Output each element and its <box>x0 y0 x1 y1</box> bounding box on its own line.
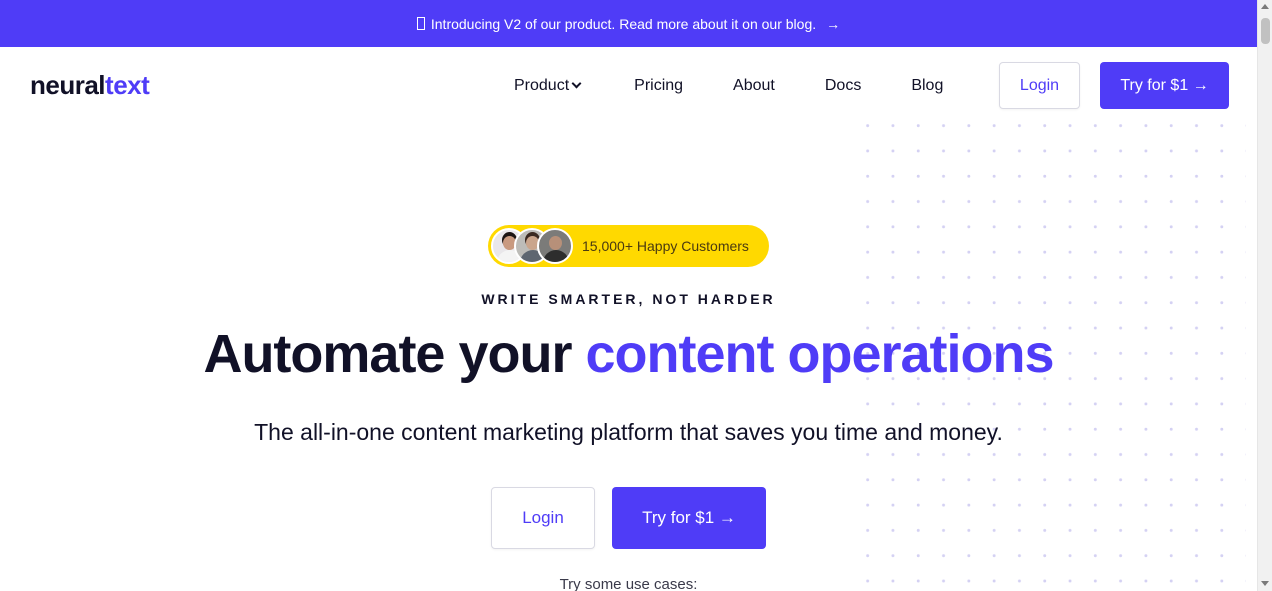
nav-item-label: Blog <box>911 76 944 94</box>
announcement-icon <box>416 17 425 30</box>
nav-item-label: Pricing <box>634 76 684 94</box>
hero-try-button[interactable]: Try for $1 → <box>612 487 766 549</box>
hero-headline: Automate your content operations <box>0 322 1257 386</box>
badge-text: 15,000+ Happy Customers <box>582 238 749 254</box>
headline-part-2: content operations <box>585 324 1055 384</box>
chevron-down-icon <box>571 78 582 89</box>
scroll-up-icon[interactable] <box>1261 4 1269 9</box>
logo[interactable]: neuraltext <box>30 70 150 101</box>
announcement-text[interactable]: Introducing V2 of our product. Read more… <box>431 16 816 32</box>
hero-login-button[interactable]: Login <box>491 487 595 549</box>
nav-item-pricing[interactable]: Pricing <box>634 77 683 95</box>
arrow-right-icon: → <box>826 15 841 32</box>
nav-item-label: Product <box>514 76 570 94</box>
nav-item-docs[interactable]: Docs <box>825 77 861 95</box>
avatar <box>537 228 573 264</box>
nav-item-blog[interactable]: Blog <box>911 77 943 95</box>
avatar-group <box>491 228 573 264</box>
header-login-button[interactable]: Login <box>999 62 1080 109</box>
nav-item-label: About <box>733 76 775 94</box>
nav-item-product[interactable]: Product <box>514 76 582 95</box>
logo-part-neural: neural <box>30 70 106 100</box>
customers-badge: 15,000+ Happy Customers <box>488 225 769 267</box>
hero-subheadline: The all-in-one content marketing platfor… <box>254 419 1003 445</box>
header-try-button[interactable]: Try for $1 → <box>1100 62 1229 109</box>
announcement-bar[interactable]: Introducing V2 of our product. Read more… <box>0 0 1257 47</box>
scroll-down-icon[interactable] <box>1261 581 1269 586</box>
hero-eyebrow: WRITE SMARTER, NOT HARDER <box>481 291 776 307</box>
main-nav: Product Pricing About Docs Blog <box>514 62 943 109</box>
headline-part-1: Automate your <box>203 324 572 384</box>
nav-item-label: Docs <box>824 76 862 94</box>
page-scrollbar[interactable] <box>1257 0 1272 591</box>
nav-item-about[interactable]: About <box>733 77 775 95</box>
logo-part-text: text <box>105 70 150 100</box>
use-cases-label: Try some use cases: <box>559 576 698 591</box>
scrollbar-thumb[interactable] <box>1261 18 1270 44</box>
